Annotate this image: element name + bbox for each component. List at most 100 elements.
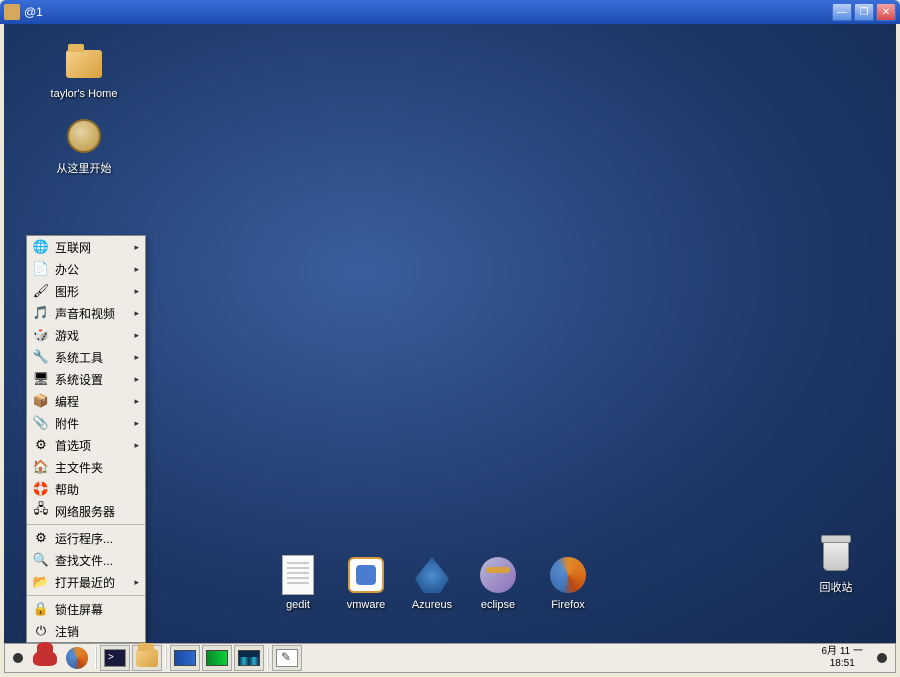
vmware-icon bbox=[348, 557, 384, 593]
menu-item-label: 注销 bbox=[55, 623, 139, 640]
network-server-icon: 🖧 bbox=[33, 503, 49, 519]
menu-item-label: 锁住屏幕 bbox=[55, 601, 139, 618]
search-icon: 🔍 bbox=[33, 552, 49, 568]
pager-right-button[interactable] bbox=[877, 653, 887, 663]
submenu-arrow-icon: ▸ bbox=[134, 374, 139, 385]
editor-taskbar-launcher[interactable] bbox=[272, 645, 302, 671]
home-taskbar-launcher[interactable] bbox=[132, 645, 162, 671]
menu-item-office[interactable]: 📄办公▸ bbox=[27, 258, 145, 280]
menu-item-network-server[interactable]: 🖧 网络服务器 bbox=[27, 500, 145, 522]
time-text: 18:51 bbox=[822, 658, 864, 670]
start-here-label: 从这里开始 bbox=[44, 160, 124, 176]
menu-item-label: 编程 bbox=[55, 393, 134, 410]
menu-item-system-tools[interactable]: 🔧 系统工具▸ bbox=[27, 346, 145, 368]
submenu-arrow-icon: ▸ bbox=[134, 577, 139, 588]
menu-item-games[interactable]: 🎲游戏▸ bbox=[27, 324, 145, 346]
menu-item-media[interactable]: 🎵 声音和视频▸ bbox=[27, 302, 145, 324]
submenu-arrow-icon: ▸ bbox=[134, 308, 139, 319]
submenu-arrow-icon: ▸ bbox=[134, 242, 139, 253]
menu-item-system-settings[interactable]: 🖥系统设置▸ bbox=[27, 368, 145, 390]
taskbar-separator bbox=[267, 647, 269, 669]
submenu-arrow-icon: ▸ bbox=[134, 440, 139, 451]
main-menu-button[interactable] bbox=[30, 645, 60, 671]
menu-item-globe[interactable]: 🌐互联网▸ bbox=[27, 236, 145, 258]
firefox-icon bbox=[66, 647, 88, 669]
app-icon bbox=[4, 4, 20, 20]
menu-item-search[interactable]: 🔍 查找文件... bbox=[27, 549, 145, 571]
menu-item-label: 声音和视频 bbox=[55, 305, 134, 322]
menu-item-label: 附件 bbox=[55, 415, 134, 432]
applications-menu: 🌐互联网▸📄办公▸🖌图形▸🎵声音和视频▸🎲游戏▸🔧系统工具▸🖥系统设置▸📦编程▸… bbox=[26, 235, 146, 643]
terminal-icon bbox=[104, 649, 126, 667]
menu-item-programming[interactable]: 📦编程▸ bbox=[27, 390, 145, 412]
menu-item-label: 查找文件... bbox=[55, 552, 139, 569]
menu-separator bbox=[27, 524, 145, 525]
menu-item-run[interactable]: ⚙运行程序... bbox=[27, 527, 145, 549]
home-folder-icon: 🏠 bbox=[33, 459, 49, 475]
menu-item-help[interactable]: 🛟帮助 bbox=[27, 478, 145, 500]
menu-item-lock[interactable]: 🔒 锁住屏幕 bbox=[27, 598, 145, 620]
traffic-monitor-icon bbox=[238, 650, 260, 666]
trash-icon[interactable]: 回收站 bbox=[796, 535, 876, 595]
trash-can-icon bbox=[823, 539, 849, 571]
logout-icon: ⏻ bbox=[33, 623, 49, 639]
menu-item-label: 互联网 bbox=[55, 239, 134, 256]
firefox-taskbar-launcher[interactable] bbox=[62, 645, 92, 671]
menu-item-home-folder[interactable]: 🏠主文件夹 bbox=[27, 456, 145, 478]
games-icon: 🎲 bbox=[33, 327, 49, 343]
menu-item-label: 游戏 bbox=[55, 327, 134, 344]
taskbar-separator bbox=[165, 647, 167, 669]
close-button[interactable]: ✕ bbox=[876, 3, 896, 21]
media-icon: 🎵 bbox=[33, 305, 49, 321]
pager-left-button[interactable] bbox=[13, 653, 23, 663]
menu-item-preferences[interactable]: ⚙ 首选项▸ bbox=[27, 434, 145, 456]
submenu-arrow-icon: ▸ bbox=[134, 352, 139, 363]
run-icon: ⚙ bbox=[33, 530, 49, 546]
date-text: 6月 11 一 bbox=[822, 646, 864, 658]
monitor-cpu[interactable] bbox=[202, 645, 232, 671]
menu-item-label: 图形 bbox=[55, 283, 134, 300]
home-folder-icon[interactable]: taylor's Home bbox=[44, 44, 124, 100]
programming-icon: 📦 bbox=[33, 393, 49, 409]
monitor-network-1[interactable] bbox=[170, 645, 200, 671]
menu-item-label: 帮助 bbox=[55, 481, 139, 498]
firefox-launcher[interactable]: Firefox bbox=[532, 555, 604, 611]
azureus-launcher[interactable]: Azureus bbox=[396, 555, 468, 611]
vmware-label: vmware bbox=[330, 599, 402, 611]
menu-separator bbox=[27, 595, 145, 596]
terminal-taskbar-launcher[interactable] bbox=[100, 645, 130, 671]
graphics-icon: 🖌 bbox=[33, 283, 49, 299]
gedit-launcher[interactable]: gedit bbox=[262, 555, 334, 611]
vmware-launcher[interactable]: vmware bbox=[330, 555, 402, 611]
menu-item-logout[interactable]: ⏻ 注销 bbox=[27, 620, 145, 642]
document-icon bbox=[282, 555, 314, 595]
cpu-monitor-icon bbox=[206, 650, 228, 666]
maximize-button[interactable]: ❐ bbox=[854, 3, 874, 21]
editor-icon bbox=[276, 649, 298, 667]
menu-item-label: 首选项 bbox=[55, 437, 134, 454]
minimize-button[interactable]: — bbox=[832, 3, 852, 21]
start-here-icon[interactable]: 从这里开始 bbox=[44, 116, 124, 176]
menu-item-graphics[interactable]: 🖌图形▸ bbox=[27, 280, 145, 302]
menu-item-label: 网络服务器 bbox=[55, 503, 139, 520]
clock-applet[interactable]: 6月 11 一 18:51 bbox=[814, 646, 872, 670]
monitor-network-2[interactable] bbox=[234, 645, 264, 671]
menu-item-label: 系统设置 bbox=[55, 371, 134, 388]
taskbar-separator bbox=[95, 647, 97, 669]
firefox-icon bbox=[550, 557, 586, 593]
menu-item-label: 系统工具 bbox=[55, 349, 134, 366]
lock-icon: 🔒 bbox=[33, 601, 49, 617]
window-title: @1 bbox=[24, 5, 43, 19]
folder-icon bbox=[136, 649, 158, 667]
desktop[interactable]: taylor's Home 从这里开始 回收站 gedit vmware Azu… bbox=[4, 24, 896, 643]
system-tools-icon: 🔧 bbox=[33, 349, 49, 365]
folder-icon bbox=[66, 50, 102, 78]
azureus-label: Azureus bbox=[396, 599, 468, 611]
network-monitor-icon bbox=[174, 650, 196, 666]
recent-icon: 📂 bbox=[33, 574, 49, 590]
menu-item-recent[interactable]: 📂打开最近的▸ bbox=[27, 571, 145, 593]
preferences-icon: ⚙ bbox=[33, 437, 49, 453]
menu-item-accessories[interactable]: 📎附件▸ bbox=[27, 412, 145, 434]
eclipse-launcher[interactable]: eclipse bbox=[462, 555, 534, 611]
taskbar: 6月 11 一 18:51 bbox=[4, 643, 896, 673]
